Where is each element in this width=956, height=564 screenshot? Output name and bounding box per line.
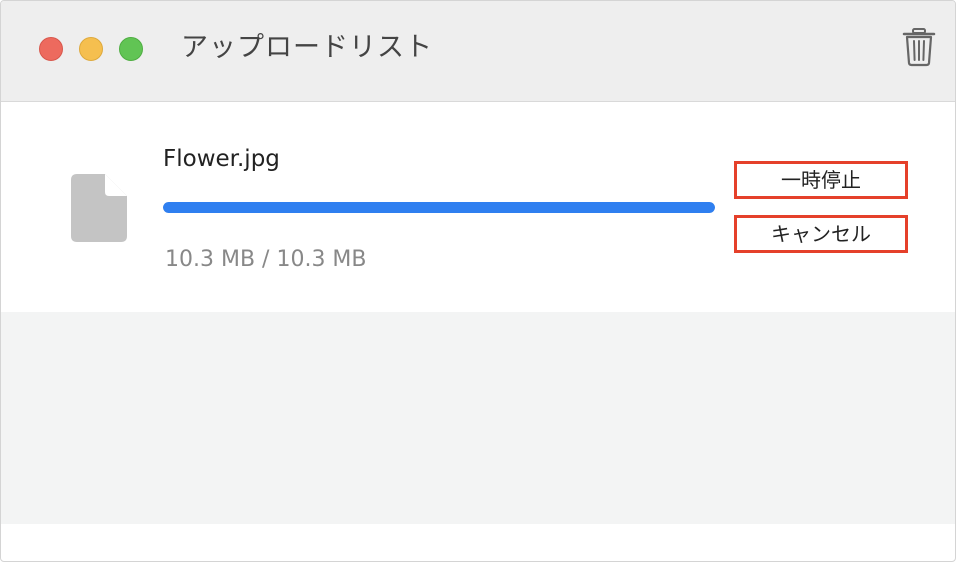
upload-progress-fill — [163, 202, 715, 213]
upload-item: Flower.jpg 10.3 MB / 10.3 MB 一時停止 キャンセル — [1, 102, 955, 312]
window-title: アップロードリスト — [181, 32, 433, 63]
close-window-button[interactable] — [39, 37, 63, 61]
minimize-window-button[interactable] — [79, 37, 103, 61]
title-bar: アップロードリスト — [1, 1, 955, 102]
upload-progress-bar — [163, 202, 715, 213]
upload-size-text: 10.3 MB / 10.3 MB — [165, 247, 367, 272]
trash-icon[interactable] — [901, 27, 937, 67]
cancel-button[interactable]: キャンセル — [734, 215, 908, 253]
pause-button[interactable]: 一時停止 — [734, 161, 908, 199]
empty-list-area — [1, 312, 955, 524]
file-name: Flower.jpg — [163, 146, 280, 172]
upload-list-window: アップロードリスト Flower.jpg 10.3 MB / 10.3 MB 一… — [0, 0, 956, 562]
maximize-window-button[interactable] — [119, 37, 143, 61]
document-icon — [71, 174, 127, 242]
